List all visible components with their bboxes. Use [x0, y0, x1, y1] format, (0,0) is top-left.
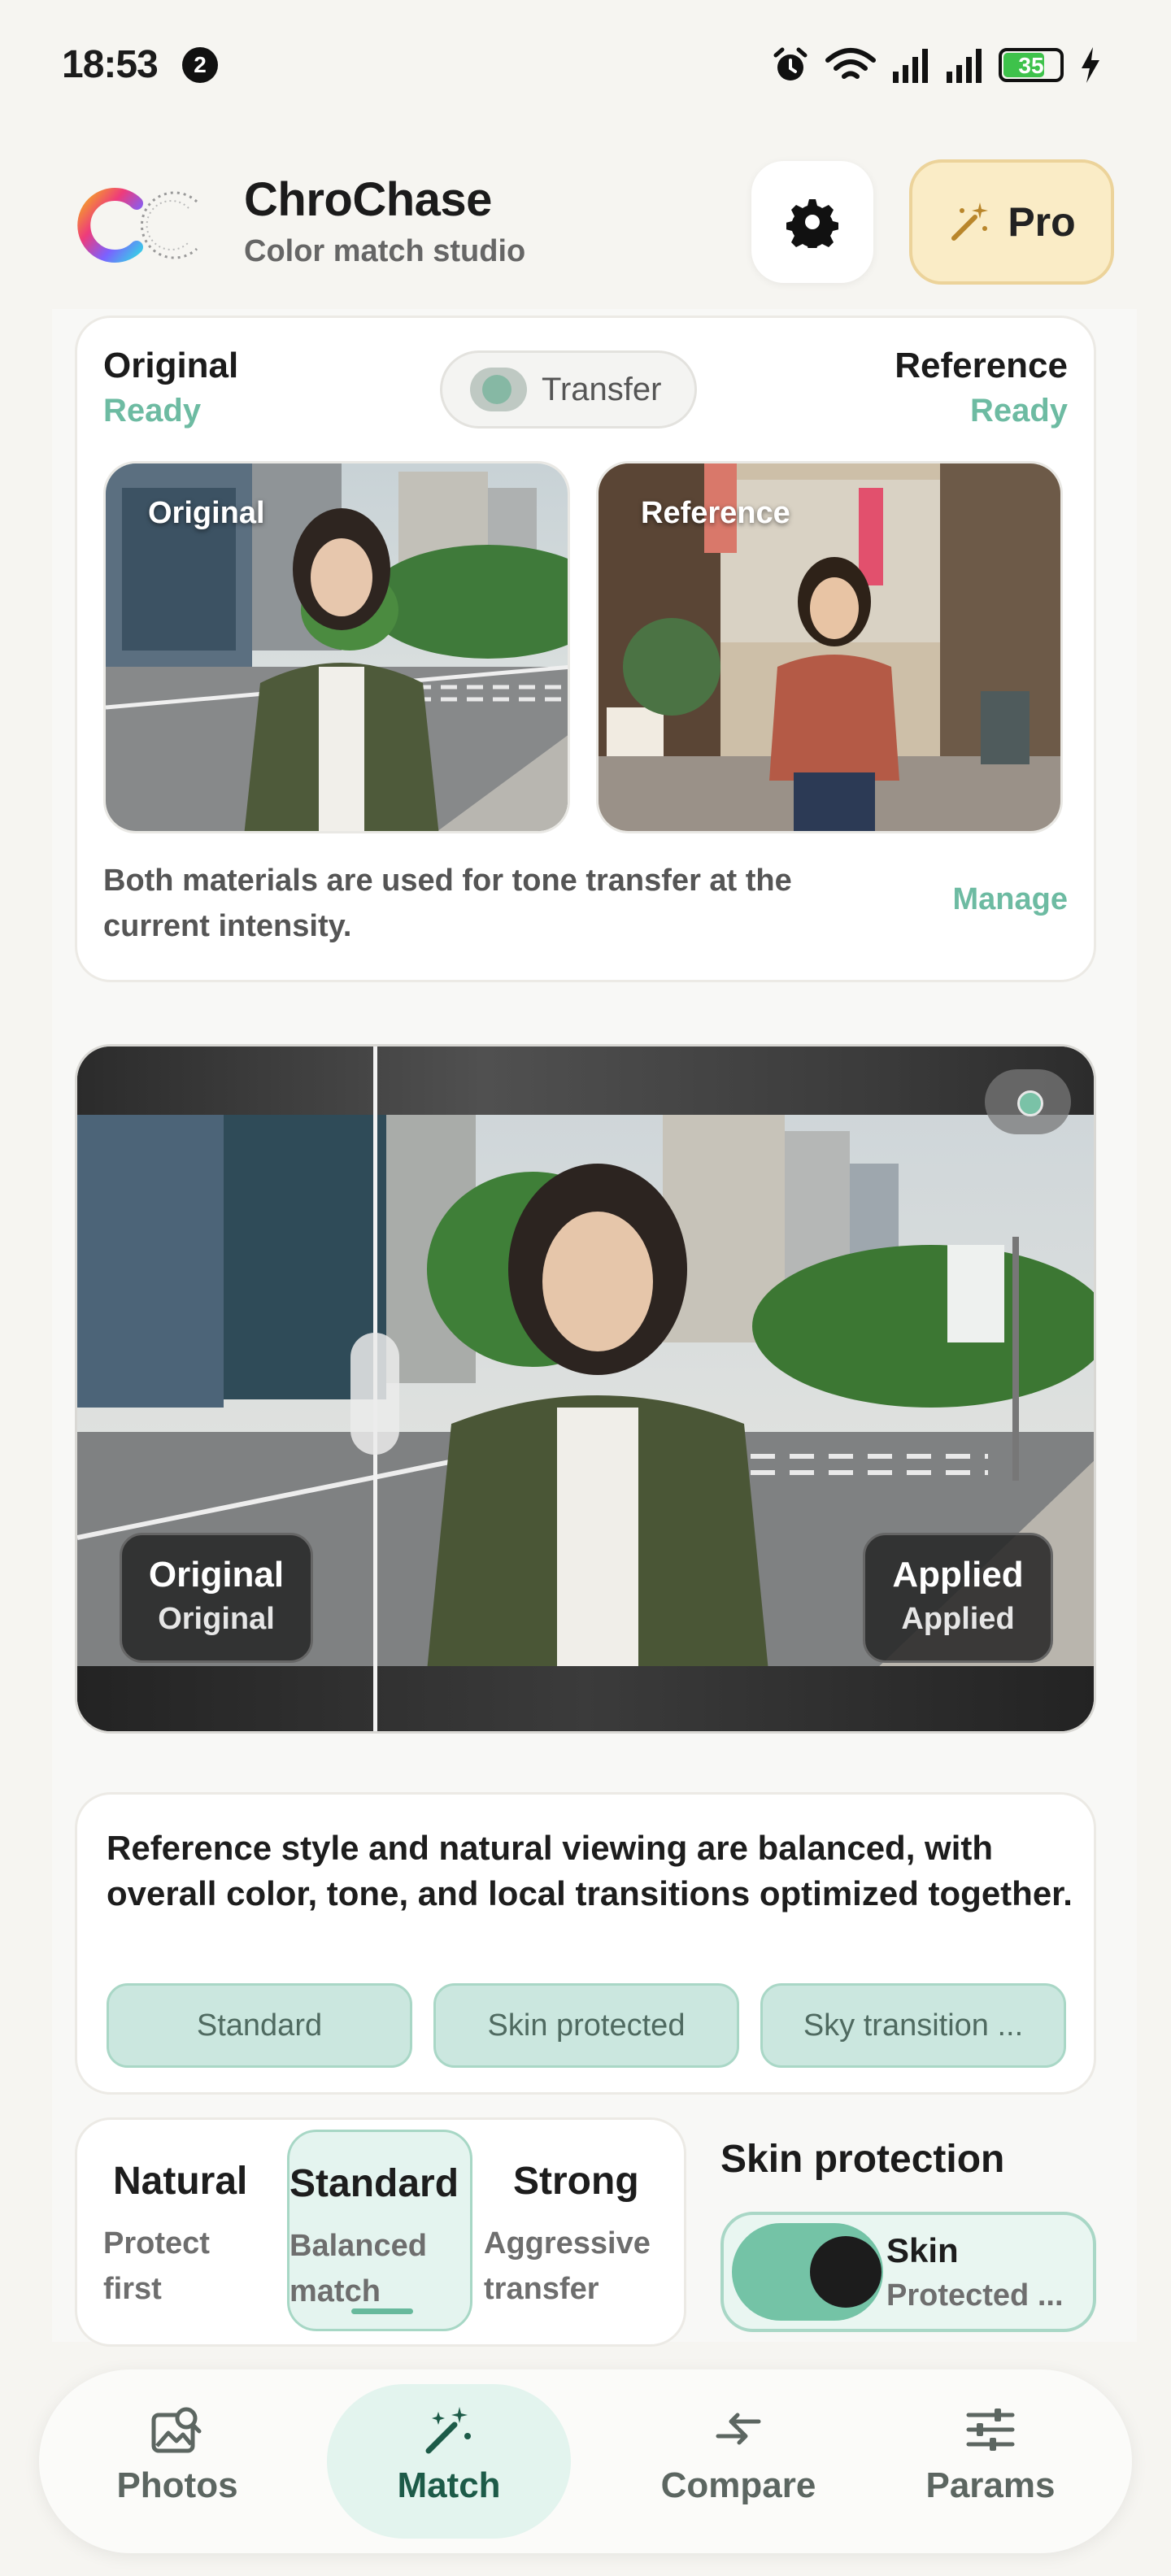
nav-photos-label: Photos — [116, 2465, 238, 2505]
nav-compare[interactable]: Compare — [625, 2384, 852, 2539]
compare-top-strip — [77, 1046, 1094, 1115]
pro-label: Pro — [1008, 199, 1076, 245]
compare-original-sub: Original — [158, 1602, 275, 1636]
compare-applied-title: Applied — [892, 1555, 1024, 1595]
intensity-selector: Natural Protect first Standard Balanced … — [75, 2117, 686, 2347]
split-handle[interactable] — [350, 1333, 399, 1455]
nav-photos[interactable]: Photos — [88, 2384, 267, 2539]
intensity-strong-name: Strong — [513, 2160, 639, 2203]
wifi-icon — [825, 48, 876, 79]
intensity-strong[interactable]: Strong Aggressive transfer — [484, 2130, 679, 2331]
bottom-navigation: Photos Match Compare Params — [39, 2369, 1132, 2553]
app-header: ChroChase Color match studio Pro — [0, 154, 1171, 293]
status-bar: 18:53 2 35 — [0, 0, 1171, 130]
transfer-toggle[interactable]: Transfer — [440, 350, 697, 429]
chip-standard[interactable]: Standard — [107, 1983, 412, 2068]
materials-card: Original Ready Transfer Reference Ready — [75, 315, 1096, 982]
chip-sky-transition[interactable]: Sky transition ... — [760, 1983, 1066, 2068]
manage-link[interactable]: Manage — [953, 882, 1068, 917]
photo-search-icon — [151, 2407, 202, 2453]
status-time: 18:53 — [62, 43, 159, 86]
settings-button[interactable] — [751, 161, 873, 283]
transfer-label: Transfer — [542, 371, 662, 407]
reference-title: Reference — [895, 346, 1068, 385]
intensity-natural[interactable]: Natural Protect first — [90, 2130, 277, 2331]
compare-original-label: Original Original — [120, 1533, 313, 1663]
skin-toggle-sub: Protected ... — [886, 2278, 1064, 2313]
chip-skin-protected[interactable]: Skin protected — [433, 1983, 739, 2068]
nav-match-label: Match — [397, 2465, 501, 2505]
original-thumbnail[interactable]: Original — [103, 461, 570, 833]
compare-original-title: Original — [148, 1555, 285, 1595]
compare-preview[interactable]: Original Original Applied Applied — [75, 1044, 1096, 1734]
app-title: ChroChase — [244, 173, 492, 226]
skin-protection-title: Skin protection — [720, 2138, 1005, 2181]
gear-icon — [786, 199, 838, 248]
app-subtitle: Color match studio — [244, 234, 526, 268]
reference-status: Ready — [969, 393, 1068, 429]
summary-text: Reference style and natural viewing are … — [107, 1829, 1073, 1912]
skin-protection-toggle[interactable]: Skin Protected ... — [720, 2212, 1096, 2332]
signal-icon — [893, 49, 928, 83]
intensity-strong-sub: Aggressive transfer — [484, 2226, 651, 2306]
nav-match[interactable]: Match — [327, 2384, 571, 2539]
reference-thumbnail[interactable]: Reference — [596, 461, 1063, 833]
intensity-standard-sub: Balanced match — [289, 2229, 427, 2308]
intensity-standard-name: Standard — [289, 2162, 459, 2205]
battery-icon: 35 — [999, 48, 1064, 82]
original-title: Original — [103, 346, 239, 385]
sliders-icon — [966, 2408, 1015, 2451]
compare-bottom-strip — [77, 1666, 1094, 1731]
compare-corner-toggle[interactable] — [985, 1069, 1071, 1134]
toggle-knob — [810, 2236, 882, 2308]
pro-button[interactable]: Pro — [909, 159, 1114, 285]
charging-icon — [1082, 47, 1099, 83]
compare-arrows-icon — [716, 2413, 761, 2445]
nav-compare-label: Compare — [660, 2465, 816, 2505]
selected-indicator — [351, 2308, 413, 2314]
intensity-natural-sub: Protect first — [103, 2226, 210, 2306]
alarm-icon — [773, 47, 808, 80]
magic-wand-icon — [951, 202, 989, 241]
toggle-track[interactable] — [732, 2223, 883, 2321]
original-thumbnail-label: Original — [148, 496, 265, 530]
materials-description: Both materials are used for tone transfe… — [103, 864, 792, 943]
intensity-natural-name: Natural — [113, 2160, 248, 2203]
transfer-indicator — [470, 368, 527, 411]
app-logo-icon — [77, 188, 198, 263]
status-icons: 35 — [771, 42, 1103, 88]
original-status: Ready — [103, 393, 202, 429]
signal-icon-2 — [947, 49, 982, 83]
compare-applied-label: Applied Applied — [863, 1533, 1053, 1663]
nav-params[interactable]: Params — [901, 2384, 1080, 2539]
magic-wand-icon — [425, 2407, 471, 2454]
compare-applied-sub: Applied — [901, 1602, 1015, 1636]
summary-card: Reference style and natural viewing are … — [75, 1792, 1096, 2095]
nav-params-label: Params — [925, 2465, 1056, 2505]
notification-badge: 2 — [182, 47, 218, 83]
reference-thumbnail-label: Reference — [641, 496, 790, 530]
intensity-standard[interactable]: Standard Balanced match — [287, 2130, 472, 2331]
skin-toggle-label: Skin — [886, 2231, 959, 2269]
